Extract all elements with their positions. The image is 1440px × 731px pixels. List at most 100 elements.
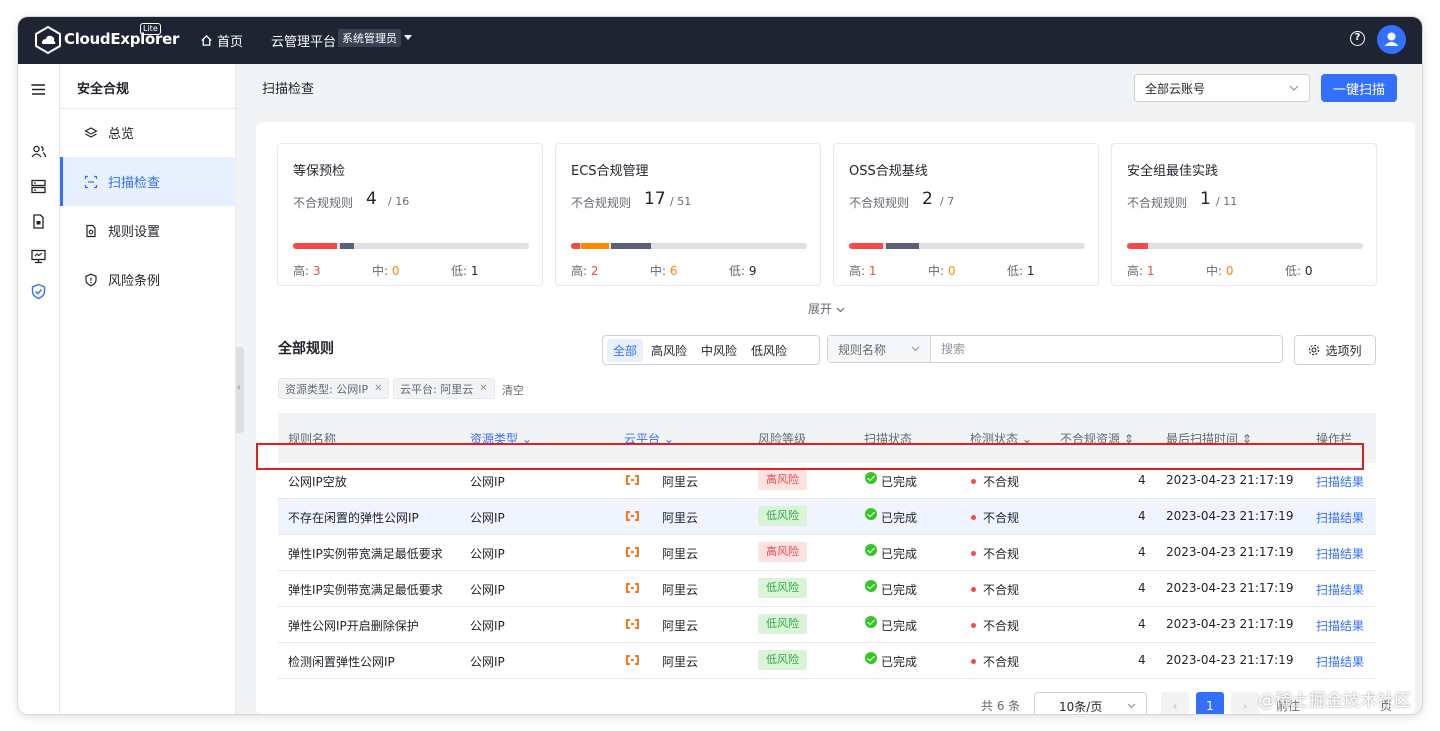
column-options-button[interactable]: 选项列 bbox=[1294, 335, 1376, 365]
page-title: 扫描检查 bbox=[262, 82, 315, 97]
stat-label: 不合规规则 bbox=[849, 196, 910, 210]
chevron-left-icon: ‹ bbox=[1172, 699, 1178, 713]
search-input[interactable] bbox=[931, 336, 1282, 362]
stat-label: 不合规规则 bbox=[571, 196, 632, 210]
stat-card[interactable]: 安全组最佳实践 不合规规则 1 / 11 高: 1 中: 0 低: 0 bbox=[1111, 143, 1377, 286]
cell-noncompliant-count: 4 bbox=[1138, 653, 1146, 667]
low-count: 9 bbox=[748, 264, 757, 278]
report-icon[interactable] bbox=[30, 213, 47, 230]
low-count: 0 bbox=[1304, 264, 1313, 278]
nav-home[interactable]: 首页 bbox=[200, 31, 243, 50]
bar-segment-low bbox=[611, 243, 651, 249]
cell-scan-status: 已完成 bbox=[881, 619, 918, 633]
check-circle-icon bbox=[865, 472, 877, 484]
check-circle-icon bbox=[865, 652, 877, 664]
stat-total: / 7 bbox=[940, 195, 955, 208]
scan-result-link[interactable]: 扫描结果 bbox=[1316, 617, 1364, 634]
rules-title: 全部规则 bbox=[278, 341, 334, 357]
server-icon[interactable] bbox=[30, 178, 47, 195]
table-row[interactable]: 弹性公网IP开启删除保护 公网IP 阿里云 低风险 已完成 不合规 4 2023… bbox=[278, 607, 1376, 643]
chevron-down-icon bbox=[1127, 703, 1136, 709]
stat-title: ECS合规管理 bbox=[571, 164, 649, 179]
check-circle-icon bbox=[865, 616, 877, 628]
table-row[interactable]: 弹性IP实例带宽满足最低要求 公网IP 阿里云 低风险 已完成 不合规 4 20… bbox=[278, 571, 1376, 607]
sidebar-collapse-handle[interactable]: ‹ bbox=[236, 347, 244, 433]
menu-icon[interactable] bbox=[30, 81, 47, 98]
user-icon bbox=[1384, 32, 1399, 46]
risk-filter-low[interactable]: 低风险 bbox=[745, 339, 793, 362]
risk-filter-all[interactable]: 全部 bbox=[607, 338, 644, 362]
stat-title: 等保预检 bbox=[293, 164, 346, 179]
scan-result-link[interactable]: 扫描结果 bbox=[1316, 545, 1364, 562]
close-icon[interactable]: ✕ bbox=[374, 383, 382, 394]
scan-result-link[interactable]: 扫描结果 bbox=[1316, 473, 1364, 490]
shield-icon[interactable] bbox=[30, 283, 47, 300]
cloud-logo-icon bbox=[35, 26, 61, 54]
chevron-down-icon[interactable] bbox=[404, 35, 412, 40]
one-click-scan-button[interactable]: 一键扫描 bbox=[1321, 74, 1397, 102]
scan-result-link[interactable]: 扫描结果 bbox=[1316, 653, 1364, 670]
mid-count: 0 bbox=[1225, 264, 1234, 278]
help-icon[interactable]: ? bbox=[1350, 31, 1365, 46]
chevron-down-icon bbox=[1289, 85, 1299, 91]
cell-check-status: 不合规 bbox=[983, 511, 1020, 525]
high-count: 2 bbox=[590, 264, 599, 278]
monitor-icon[interactable] bbox=[30, 248, 47, 265]
stat-value: 2 bbox=[922, 189, 933, 209]
low-label: 低: bbox=[729, 264, 746, 278]
stat-card[interactable]: OSS合规基线 不合规规则 2 / 7 高: 1 中: 0 低: 1 bbox=[833, 143, 1099, 286]
page-size-select[interactable]: 10条/页 bbox=[1034, 692, 1147, 714]
risk-filter-mid[interactable]: 中风险 bbox=[695, 339, 743, 362]
high-label: 高: bbox=[571, 264, 588, 278]
search-field-select[interactable]: 规则名称 bbox=[828, 336, 931, 362]
check-circle-icon bbox=[865, 544, 877, 556]
avatar[interactable] bbox=[1377, 25, 1406, 54]
page-number-button[interactable]: 1 bbox=[1196, 692, 1224, 714]
scan-result-link[interactable]: 扫描结果 bbox=[1316, 509, 1364, 526]
risk-badge: 低风险 bbox=[758, 650, 807, 670]
nav-home-label: 首页 bbox=[217, 35, 244, 50]
high-count: 3 bbox=[312, 264, 321, 278]
cell-rule-name: 弹性IP实例带宽满足最低要求 bbox=[288, 547, 443, 561]
clear-filters-link[interactable]: 清空 bbox=[502, 382, 524, 398]
bar-segment-low bbox=[886, 243, 919, 249]
search-field-value: 规则名称 bbox=[838, 342, 887, 357]
sidebar-item-scan[interactable]: 扫描检查 bbox=[60, 157, 236, 206]
high-count: 1 bbox=[1146, 264, 1155, 278]
status-dot-icon bbox=[971, 659, 976, 664]
prev-page-button[interactable]: ‹ bbox=[1161, 692, 1189, 714]
check-circle-icon bbox=[865, 580, 877, 592]
account-select-value: 全部云账号 bbox=[1145, 81, 1206, 96]
sidebar-title: 安全合规 bbox=[77, 82, 130, 97]
sidebar-item-risk-rules[interactable]: 风险条例 bbox=[60, 255, 236, 304]
scan-result-link[interactable]: 扫描结果 bbox=[1316, 581, 1364, 598]
mid-count: 0 bbox=[947, 264, 956, 278]
cell-rule-name: 公网IP空放 bbox=[288, 475, 347, 489]
shield-alert-icon bbox=[85, 273, 97, 286]
cell-check-status: 不合规 bbox=[983, 619, 1020, 633]
cell-check-status: 不合规 bbox=[983, 655, 1020, 669]
aliyun-icon bbox=[626, 547, 639, 557]
sub-sidebar: 安全合规 总览 扫描检查 规则设置 风险条例 bbox=[60, 64, 236, 714]
close-icon[interactable]: ✕ bbox=[479, 383, 487, 394]
sidebar-item-overview[interactable]: 总览 bbox=[60, 108, 236, 157]
expand-toggle[interactable]: 展开 bbox=[808, 300, 845, 317]
cell-rule-name: 弹性IP实例带宽满足最低要求 bbox=[288, 583, 443, 597]
table-row[interactable]: 弹性IP实例带宽满足最低要求 公网IP 阿里云 高风险 已完成 不合规 4 20… bbox=[278, 535, 1376, 571]
stat-card[interactable]: ECS合规管理 不合规规则 17 / 51 高: 2 中: 6 低: 9 bbox=[555, 143, 821, 286]
nav-cloud-platform[interactable]: 云管理平台 bbox=[271, 31, 336, 50]
table-row[interactable]: 检测闲置弹性公网IP 公网IP 阿里云 低风险 已完成 不合规 4 2023-0… bbox=[278, 643, 1376, 679]
low-count: 1 bbox=[1026, 264, 1035, 278]
lite-badge: Lite bbox=[140, 23, 161, 35]
risk-filter-high[interactable]: 高风险 bbox=[645, 339, 693, 362]
sidebar-item-rule-settings[interactable]: 规则设置 bbox=[60, 206, 236, 255]
scan-icon bbox=[84, 175, 98, 188]
users-icon[interactable] bbox=[30, 143, 47, 160]
cell-noncompliant-count: 4 bbox=[1138, 617, 1146, 631]
role-badge[interactable]: 系统管理员 bbox=[338, 29, 401, 47]
account-select[interactable]: 全部云账号 bbox=[1134, 74, 1310, 102]
next-page-button[interactable]: › bbox=[1231, 692, 1259, 714]
stat-card[interactable]: 等保预检 不合规规则 4 / 16 高: 3 中: 0 低: 1 bbox=[277, 143, 543, 286]
table-row[interactable]: 不存在闲置的弹性公网IP 公网IP 阿里云 低风险 已完成 不合规 4 2023… bbox=[278, 499, 1376, 535]
mid-label: 中: bbox=[650, 264, 667, 278]
